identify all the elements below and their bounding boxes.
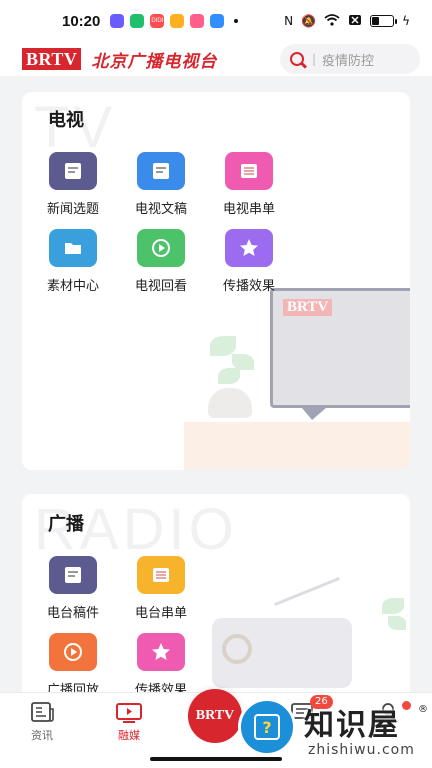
folder-icon bbox=[49, 229, 97, 267]
leaf-illustration bbox=[218, 368, 240, 384]
mute-icon: 🔕 bbox=[301, 14, 317, 28]
nav-center-brtv-button[interactable]: BRTV bbox=[188, 689, 242, 743]
tv-tile-label: 新闻选题 bbox=[46, 202, 99, 217]
tv-tile[interactable]: 电视文稿 bbox=[126, 152, 196, 217]
search-icon bbox=[290, 52, 304, 66]
star-icon bbox=[225, 229, 273, 267]
app-icon-5 bbox=[190, 14, 205, 28]
status-time: 10:20 bbox=[62, 12, 101, 30]
radio-tile[interactable]: 电台稿件 bbox=[38, 556, 108, 621]
leaf-illustration bbox=[210, 336, 236, 356]
tv-illustration: BRTV bbox=[270, 288, 410, 408]
registered-mark: ® bbox=[418, 704, 428, 715]
app-icon-6 bbox=[210, 14, 225, 28]
desk-illustration bbox=[184, 422, 410, 470]
media-icon bbox=[116, 703, 142, 723]
app-icon-4 bbox=[170, 14, 185, 28]
app-icon-2 bbox=[130, 14, 145, 28]
tv-stand-illustration bbox=[302, 408, 326, 420]
search-bar[interactable]: | 疫情防控 bbox=[280, 44, 420, 74]
tv-tile[interactable]: 电视串单 bbox=[214, 152, 284, 217]
nfc-icon: N bbox=[284, 14, 294, 28]
tv-tile[interactable]: 电视回看 bbox=[126, 229, 196, 294]
site-watermark: ? 知识屋 ® zhishiwu.com bbox=[238, 698, 432, 768]
tv-tile-label: 素材中心 bbox=[46, 279, 99, 294]
tv-tile-label: 电视回看 bbox=[134, 279, 187, 294]
tv-tile[interactable]: 新闻选题 bbox=[38, 152, 108, 217]
plant-vase-illustration bbox=[208, 388, 252, 418]
tv-tile-label: 电视串单 bbox=[222, 202, 275, 217]
doc-icon bbox=[137, 152, 185, 190]
site-watermark-logo: ? bbox=[238, 698, 296, 756]
site-watermark-url: zhishiwu.com bbox=[308, 742, 415, 758]
wifi-icon bbox=[324, 13, 340, 29]
star-icon bbox=[137, 633, 185, 671]
charging-icon: ϟ bbox=[402, 14, 410, 28]
radio-section-card: RADIO 广播 电台稿件 电台串单 广播回放 传播效果 bbox=[22, 494, 410, 704]
sim-off-icon bbox=[348, 14, 362, 29]
news-icon bbox=[31, 702, 54, 722]
tv-section-card: TV 电视 BRTV 新闻选题 电视文稿 电视串单 素材中心 电视回看 传播效果 bbox=[22, 92, 410, 470]
leaf-illustration bbox=[388, 616, 406, 630]
radio-tile-label: 电台串单 bbox=[134, 606, 187, 621]
radio-antenna-illustration bbox=[273, 576, 341, 607]
doc-icon bbox=[49, 152, 97, 190]
nav-label-media: 融媒 bbox=[118, 729, 140, 742]
app-icon-3: DIDI bbox=[150, 14, 165, 28]
status-app-icons: DIDI bbox=[110, 14, 239, 28]
radio-tile-label: 电台稿件 bbox=[46, 606, 99, 621]
leaf-illustration bbox=[382, 598, 404, 614]
radio-tile[interactable]: 电台串单 bbox=[126, 556, 196, 621]
nav-item-media[interactable]: 融媒 bbox=[99, 701, 159, 743]
question-icon: ? bbox=[254, 714, 280, 740]
tv-section-title: 电视 bbox=[48, 110, 84, 131]
radio-dial-illustration bbox=[222, 634, 252, 664]
tv-tile[interactable]: 传播效果 bbox=[214, 229, 284, 294]
more-notifications-dot bbox=[234, 19, 239, 23]
search-placeholder: 疫情防控 bbox=[322, 53, 375, 69]
replay-icon bbox=[49, 633, 97, 671]
app-icon-1 bbox=[110, 14, 125, 28]
search-separator: | bbox=[312, 52, 317, 66]
brtv-logo: BRTV bbox=[22, 48, 82, 70]
tv-tile-label: 电视文稿 bbox=[134, 202, 187, 217]
battery-icon bbox=[370, 15, 398, 27]
station-name-logo: 北京广播电视台 bbox=[91, 51, 218, 72]
status-indicators: N 🔕 ϟ bbox=[284, 13, 410, 29]
nav-label-news: 资讯 bbox=[31, 729, 53, 742]
radio-tile[interactable]: 传播效果 bbox=[126, 633, 196, 698]
site-watermark-title: 知识屋 bbox=[304, 708, 400, 743]
radio-section-title: 广播 bbox=[48, 514, 84, 535]
battery-level bbox=[372, 17, 380, 25]
nav-item-news[interactable]: 资讯 bbox=[12, 701, 72, 743]
replay-icon bbox=[137, 229, 185, 267]
doc-icon bbox=[49, 556, 97, 594]
list-icon bbox=[137, 556, 185, 594]
app-header: BRTV 北京广播电视台 | 疫情防控 bbox=[0, 42, 432, 76]
tv-brand-logo: BRTV bbox=[283, 299, 333, 316]
tv-tile-label: 传播效果 bbox=[222, 279, 275, 294]
radio-tile[interactable]: 广播回放 bbox=[38, 633, 108, 698]
tv-tile[interactable]: 素材中心 bbox=[38, 229, 108, 294]
status-bar: 10:20 DIDI N 🔕 ϟ bbox=[0, 0, 432, 42]
list-icon bbox=[225, 152, 273, 190]
